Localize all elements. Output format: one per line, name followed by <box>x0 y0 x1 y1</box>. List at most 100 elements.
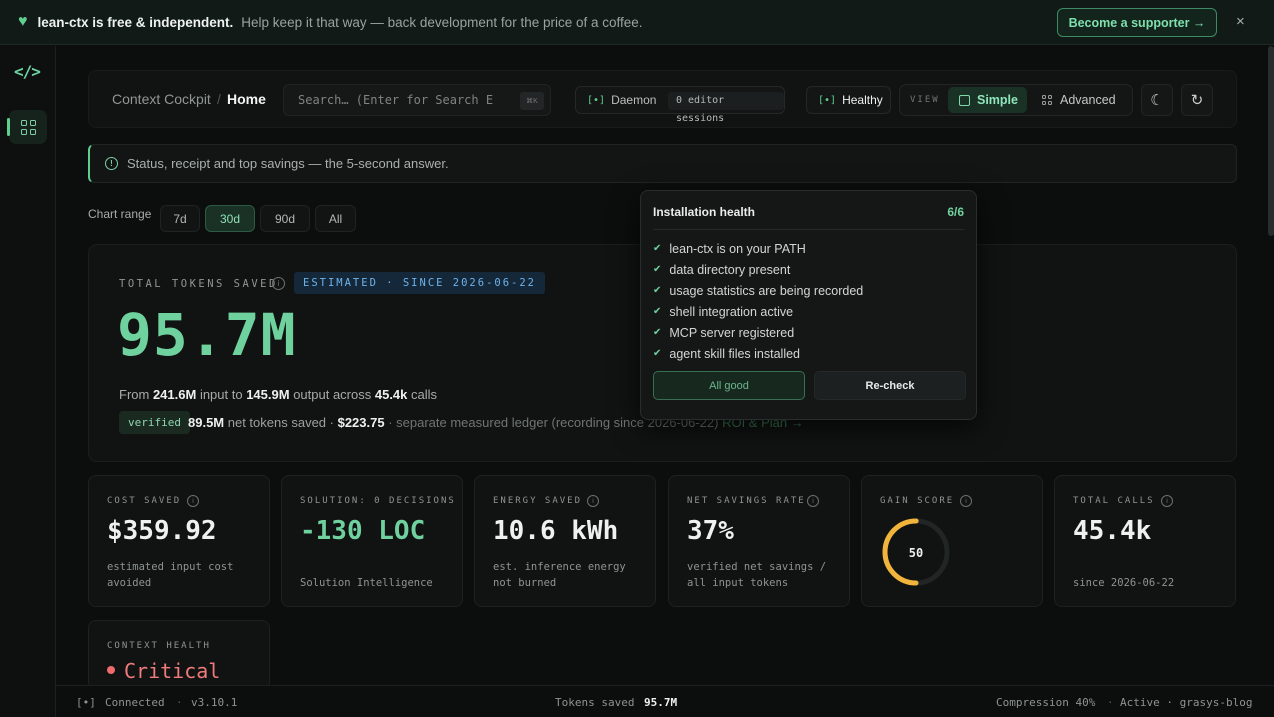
card-label: GAIN SCORE <box>880 496 955 506</box>
context-health-value: Critical <box>124 659 221 683</box>
info-icon[interactable]: i <box>187 495 199 507</box>
health-check-list: ✔ lean-ctx is on your PATH ✔ data director… <box>653 238 863 364</box>
info-icon[interactable]: i <box>960 495 972 507</box>
range-7d-button[interactable]: 7d <box>160 205 200 232</box>
list-item: ✔ MCP server registered <box>653 325 795 340</box>
square-icon <box>959 95 970 106</box>
list-item: ✔ lean-ctx is on your PATH <box>653 241 806 256</box>
divider <box>653 229 964 230</box>
breadcrumb-root[interactable]: Context Cockpit <box>112 91 211 107</box>
refresh-button[interactable]: ↻ <box>1181 84 1213 116</box>
range-all-button[interactable]: All <box>315 205 356 232</box>
verified-badge: verified <box>119 411 190 434</box>
call-count: 45.4k <box>374 387 408 402</box>
card-label: NET SAVINGS RATE <box>687 496 806 506</box>
banner-message: Help keep it that way — back development… <box>241 14 643 30</box>
sidebar-item-home[interactable] <box>7 110 47 144</box>
tokens-saved-label: TOTAL TOKENS SAVED <box>119 278 278 290</box>
tokens-saved-status-label: Tokens saved <box>555 696 635 709</box>
connection-mark: [•] <box>76 696 96 709</box>
card-value: -130 LOC <box>300 516 426 546</box>
card-label: COST SAVED <box>107 496 182 506</box>
installation-health-popover: Installation health 6/6 ✔ lean-ctx is on … <box>640 190 977 420</box>
search-placeholder: Search… (Enter for Search E <box>298 93 494 107</box>
check-icon: ✔ <box>653 306 662 317</box>
search-input[interactable]: Search… (Enter for Search E ⌘K <box>283 84 551 116</box>
view-simple-label: Simple <box>977 93 1018 107</box>
tokens-flow-summary: From 241.6M input to 145.9M output acros… <box>119 387 438 402</box>
tokens-saved-value: 95.7M <box>117 301 297 369</box>
info-icon[interactable]: i <box>272 277 285 290</box>
info-banner: ! Status, receipt and top savings — the … <box>88 144 1237 183</box>
sidebar: </> <box>0 46 56 717</box>
grid-icon <box>1042 95 1052 105</box>
logo-icon: </> <box>14 62 41 81</box>
health-mark: [•] <box>818 94 837 106</box>
card-label: ENERGY SAVED <box>493 496 583 506</box>
scrollbar[interactable] <box>1268 46 1274 236</box>
info-icon[interactable]: i <box>1161 495 1173 507</box>
health-status-button[interactable]: [•] Healthy <box>806 86 891 114</box>
gauge-value: 50 <box>909 546 923 560</box>
net-money: $223.75 <box>337 415 385 430</box>
view-toggle: VIEW Simple Advanced <box>899 84 1133 116</box>
theme-toggle-button[interactable]: ☾ <box>1141 84 1173 116</box>
range-30d-button[interactable]: 30d <box>205 205 255 232</box>
range-90d-button[interactable]: 90d <box>260 205 310 232</box>
moon-icon: ☾ <box>1150 92 1164 109</box>
version-label: v3.10.1 <box>191 696 238 709</box>
grid-icon <box>20 119 36 135</box>
search-shortcut: ⌘K <box>520 92 544 110</box>
gain-score-card: GAIN SCORE i 50 <box>861 475 1043 607</box>
close-icon[interactable]: × <box>1236 13 1245 30</box>
status-dot-icon <box>107 666 115 674</box>
recheck-button[interactable]: Re-check <box>814 371 966 400</box>
status-separator: · <box>176 696 183 709</box>
net-savings-rate-card: NET SAVINGS RATE i 37% verified net savi… <box>668 475 850 607</box>
view-simple-button[interactable]: Simple <box>948 87 1027 113</box>
estimated-badge: ESTIMATED · SINCE 2026-06-22 <box>294 272 546 294</box>
view-label: VIEW <box>910 95 940 105</box>
list-item: ✔ data directory present <box>653 262 791 277</box>
connection-status: Connected <box>105 696 165 709</box>
info-icon[interactable]: i <box>807 495 819 507</box>
status-separator: · <box>1107 696 1114 709</box>
gain-score-gauge: 50 <box>882 518 950 586</box>
net-tokens: 89.5M <box>188 415 225 430</box>
header-bar: Context Cockpit / Home Search… (Enter fo… <box>88 70 1237 128</box>
editor-sessions: 0 editor sessions <box>668 92 784 124</box>
active-project: Active · grasys-blog <box>1120 696 1253 709</box>
become-supporter-button[interactable]: Become a supporter → <box>1057 8 1217 37</box>
daemon-status[interactable]: [•] Daemon 0 editor sessions <box>575 86 785 124</box>
daemon-label: Daemon <box>611 93 657 107</box>
info-icon[interactable]: i <box>587 495 599 507</box>
all-good-button[interactable]: All good <box>653 371 805 400</box>
total-calls-card: TOTAL CALLS i 45.4k since 2026-06-22 <box>1054 475 1236 607</box>
status-bar: [•] Connected · v3.10.1 Tokens saved 95.… <box>56 685 1274 717</box>
card-label: SOLUTION: 0 DECISIONS <box>300 496 456 506</box>
cost-saved-card: COST SAVED i $359.92 estimated input cos… <box>88 475 270 607</box>
banner-title: lean-ctx is free & independent. <box>37 14 234 30</box>
popover-count: 6/6 <box>947 205 964 219</box>
view-advanced-label: Advanced <box>1060 93 1116 107</box>
compression-status: Compression 40% <box>996 696 1096 709</box>
solution-card: SOLUTION: 0 DECISIONS -130 LOC Solution … <box>281 475 463 607</box>
check-icon: ✔ <box>653 264 662 275</box>
card-label: TOTAL CALLS <box>1073 496 1155 506</box>
card-value: 37% <box>687 516 734 546</box>
context-health-card: CONTEXT HEALTH Critical <box>88 620 270 690</box>
card-value: $359.92 <box>107 516 217 546</box>
tokens-saved-status-value: 95.7M <box>644 696 678 709</box>
list-item: ✔ shell integration active <box>653 304 794 319</box>
view-advanced-button[interactable]: Advanced <box>1031 87 1127 113</box>
output-tokens: 145.9M <box>246 387 290 402</box>
health-label: Healthy <box>842 93 883 107</box>
check-icon: ✔ <box>653 327 662 338</box>
chart-range-label: Chart range <box>88 207 152 221</box>
breadcrumb-current: Home <box>227 91 266 107</box>
energy-saved-card: ENERGY SAVED i 10.6 kWh est. inference e… <box>474 475 656 607</box>
daemon-mark: [•] <box>587 94 606 106</box>
breadcrumb-separator: / <box>217 91 221 107</box>
refresh-icon: ↻ <box>1190 92 1204 109</box>
check-icon: ✔ <box>653 348 662 359</box>
